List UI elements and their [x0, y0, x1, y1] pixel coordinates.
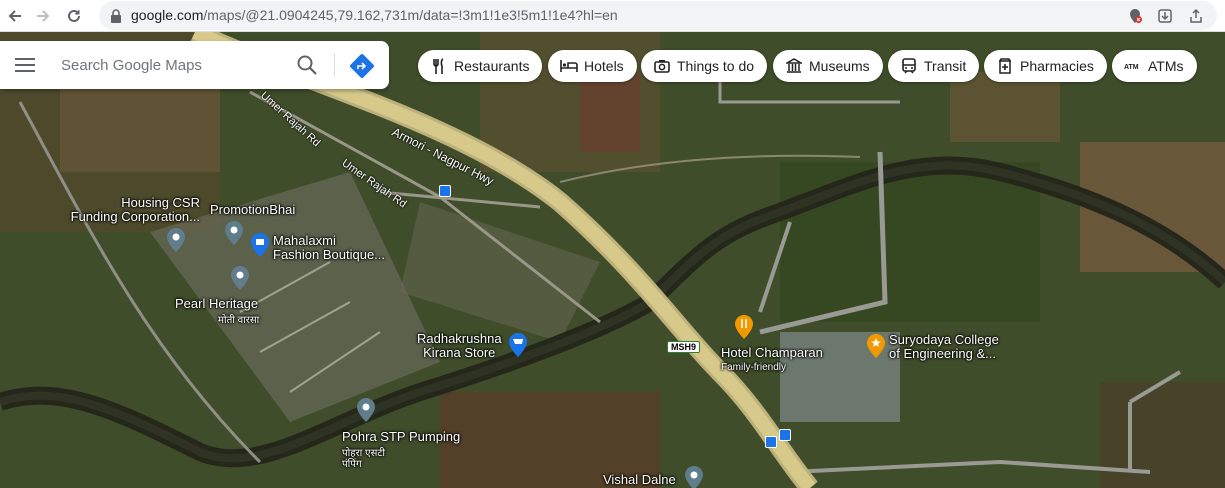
place-label-hotel-champaran[interactable]: Hotel Champaran	[721, 346, 823, 360]
chip-label: Transit	[924, 58, 967, 74]
place-label-radhakrushna[interactable]: Radhakrushna Kirana Store	[417, 332, 502, 360]
download-icon[interactable]	[1154, 5, 1176, 27]
forward-arrow-icon[interactable]	[31, 4, 55, 28]
chip-label: Museums	[809, 58, 870, 74]
search-divider	[334, 53, 335, 77]
chip-label: Things to do	[677, 58, 755, 74]
directions-icon[interactable]	[349, 53, 375, 79]
museum-icon	[785, 58, 803, 74]
store-pin-icon[interactable]	[509, 333, 527, 357]
place-pin-icon[interactable]	[231, 266, 249, 290]
browser-toolbar: google.com/maps/@21.0904245,79.162,731m/…	[0, 0, 1225, 32]
atm-icon: ATM	[1124, 58, 1142, 74]
chip-label: ATMs	[1148, 58, 1184, 74]
camera-icon	[653, 58, 671, 74]
chip-pharmacies[interactable]: Pharmacies	[984, 50, 1107, 82]
place-label-pohra-stp[interactable]: Pohra STP Pumping	[342, 430, 460, 444]
bus-stop-icon[interactable]	[439, 185, 451, 197]
train-icon	[900, 58, 918, 74]
place-label-pearl-heritage[interactable]: Pearl Heritage	[175, 297, 258, 311]
place-label-mahalaxmi[interactable]: Mahalaxmi Fashion Boutique...	[273, 234, 385, 262]
place-label-vishal-dalne[interactable]: Vishal Dalne	[603, 473, 676, 487]
bed-icon	[560, 58, 578, 74]
place-pin-icon[interactable]	[357, 398, 375, 422]
search-box	[0, 41, 389, 89]
highway-shield: MSH9	[667, 341, 701, 353]
place-label-housing[interactable]: Housing CSR Funding Corporation...	[62, 196, 200, 224]
back-arrow-icon[interactable]	[3, 4, 27, 28]
bus-stop-icon[interactable]	[779, 429, 791, 441]
bus-stop-icon[interactable]	[765, 436, 777, 448]
college-pin-icon[interactable]	[867, 334, 885, 358]
reload-icon[interactable]	[62, 4, 86, 28]
menu-icon[interactable]	[15, 57, 35, 73]
share-icon[interactable]	[1185, 5, 1207, 27]
chip-things-to-do[interactable]: Things to do	[641, 50, 768, 82]
chip-hotels[interactable]: Hotels	[548, 50, 637, 82]
search-icon[interactable]	[296, 54, 318, 76]
chip-label: Restaurants	[454, 58, 530, 74]
chip-transit[interactable]: Transit	[888, 50, 980, 82]
chip-restaurants[interactable]: Restaurants	[418, 50, 543, 82]
satellite-imagery	[0, 32, 1225, 488]
url-text[interactable]: google.com/maps/@21.0904245,79.162,731m/…	[131, 7, 618, 23]
svg-text:ATM: ATM	[1124, 64, 1139, 71]
place-label-promotionbhai[interactable]: PromotionBhai	[210, 203, 295, 217]
map-canvas[interactable]: Armori - Nagpur Hwy Umer Rajah Rd Umer R…	[0, 32, 1225, 488]
blocked-content-icon[interactable]	[1124, 5, 1146, 27]
lock-icon[interactable]	[104, 4, 128, 28]
search-input[interactable]	[48, 47, 278, 83]
restaurant-pin-icon[interactable]	[735, 315, 753, 339]
place-label-suryodaya[interactable]: Suryodaya College of Engineering &...	[889, 333, 999, 361]
chip-label: Hotels	[584, 58, 624, 74]
place-label-pearl-local: मोती वारसा	[218, 315, 260, 326]
place-pin-icon[interactable]	[225, 221, 243, 245]
chip-atms[interactable]: ATM ATMs	[1112, 50, 1197, 82]
chip-museums[interactable]: Museums	[773, 50, 883, 82]
shop-pin-icon[interactable]	[251, 233, 269, 257]
place-pin-icon[interactable]	[685, 466, 703, 488]
place-pin-icon[interactable]	[167, 228, 185, 252]
fork-knife-icon	[430, 58, 448, 74]
place-label-pohra-local: पोहरा एसटी पंपिंग	[342, 448, 385, 470]
pharmacy-icon	[996, 58, 1014, 74]
place-label-hotel-subtitle: Family-friendly	[721, 362, 787, 373]
chip-label: Pharmacies	[1020, 58, 1094, 74]
